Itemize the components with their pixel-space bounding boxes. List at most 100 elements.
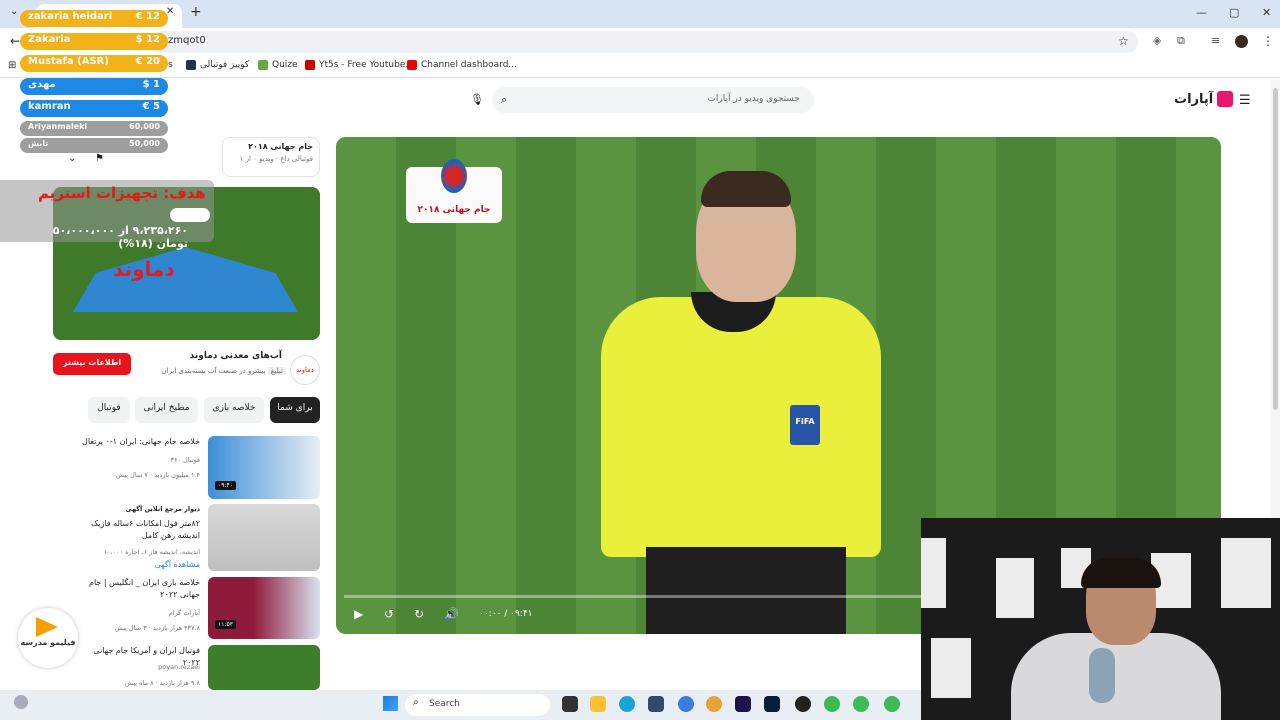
ad-tag: تبلیغ [267,367,286,375]
donation-amount: € 12 [135,11,160,22]
video-title[interactable]: خلاصه جام جهانی: ایران ۱-۰ پرتغال [76,436,200,448]
search-input[interactable]: جستجوی ویدیو در آپارات [492,87,814,113]
bookmark-football-quiz[interactable]: کوییز فوتبالی [186,60,249,70]
bookmark-yt5s[interactable]: Yt5s - Free Youtube... [305,60,414,70]
video-channel[interactable]: آپارات گرام [76,609,200,617]
chevron-down-icon[interactable]: ⌄ [68,153,76,164]
ad-building [73,247,298,312]
sponsor-line: دیوار مرجع انلاین آگهی [76,505,200,513]
ad-logo[interactable]: دماوند [290,355,320,385]
back-icon[interactable]: ← [10,34,20,48]
chip-highlights[interactable]: خلاصه بازی [204,397,264,423]
view-ad-link[interactable]: مشاهده آگهی [76,560,200,569]
video-thumbnail[interactable] [208,504,320,571]
acoustic-panel [931,638,971,698]
video-title[interactable]: ۸۲متر فول امکانات ۶ساله فازیک اندیشه رهن… [76,518,200,542]
list-item[interactable]: ۰۹:۴۰ خلاصه جام جهانی: ایران ۱-۰ پرتغال … [80,436,320,499]
video-thumbnail[interactable] [208,577,320,639]
bookmark-channel-dashboard[interactable]: Channel dashboard... [407,60,517,70]
bookmark-label: Yt5s - Free Youtube... [319,60,414,70]
search-icon: ⌕ [413,697,419,708]
rewind-icon[interactable]: ↺ [384,607,394,621]
photoshop-icon[interactable] [764,696,780,712]
scrollbar-thumb[interactable] [1273,88,1278,410]
donor-name: Ariyanmaleki [28,122,88,131]
bookmark-icon [305,60,315,70]
star-icon[interactable]: ☆ [1118,34,1129,48]
referee-hair [701,171,791,207]
extensions-icon[interactable]: ⧉ [1177,34,1185,48]
list-item[interactable]: دیوار مرجع انلاین آگهی ۸۲متر فول امکانات… [80,504,320,571]
forward-icon[interactable]: ↻ [414,607,424,621]
chrome-icon[interactable] [824,696,840,712]
acoustic-panel [921,538,946,608]
file-explorer-icon[interactable] [590,696,606,712]
url-text: zmqot0 [168,35,206,46]
media-icon[interactable]: ≡ [1211,34,1220,47]
close-window-button[interactable]: ✕ [1262,6,1271,19]
chip-for-you[interactable]: برای شما [270,397,320,423]
donation-amount: $ 12 [135,34,160,45]
minimize-button[interactable]: — [1196,6,1207,19]
task-view-icon[interactable] [562,696,578,712]
apps-icon[interactable]: ⊞ [8,60,16,71]
more-info-button[interactable]: اطلاعات بیشتر [53,353,131,375]
chip-iranian-kitchen[interactable]: مطبخ ایرانی [135,397,198,423]
referee-shirt [601,297,881,557]
search-icon[interactable]: ⌕ [501,93,507,107]
donor-name: Mustafa (ASR) [28,56,109,67]
maximize-button[interactable]: ▢ [1229,6,1239,19]
taskbar-search[interactable]: Search [405,694,550,716]
list-item[interactable]: ۱۱:۵۳ خلاصه بازی ایران _ انگلیس | جام جه… [80,577,320,639]
ad-title[interactable]: آب‌های معدنی دماوند [150,351,282,361]
volume-icon[interactable]: 🔊 [444,607,459,621]
chrome-icon[interactable] [853,696,869,712]
new-tab-button[interactable]: + [190,4,202,20]
bookmarks-bar: ⊞ s کوییز فوتبالی Quize Yt5s - Free Yout… [0,56,1280,78]
bookmark-quize[interactable]: Quize [258,60,298,70]
premiere-icon[interactable] [735,696,751,712]
video-channel[interactable]: poyan.rezaei [76,663,200,671]
app-icon[interactable] [648,696,664,712]
donation-amount: € 5 [142,101,160,112]
donation-amount: $ 1 [142,79,160,90]
video-title[interactable]: خلاصه بازی ایران _ انگلیس | جام جهانی ۲۰… [76,577,200,601]
donation-amount: 60,000 [129,122,160,131]
profile-avatar[interactable] [1235,35,1248,48]
chrome-icon[interactable] [884,696,900,712]
video-channel[interactable]: فوتبال ۳۶۰ [76,456,201,464]
bookmark-label: Quize [272,60,298,70]
shield-icon[interactable]: ◈ [1153,34,1161,47]
streamer-body [1011,633,1221,720]
url-field[interactable]: zmqot0 [150,31,1138,53]
close-tab-icon[interactable]: ✕ [166,6,174,17]
donation-amount: € 20 [135,56,160,67]
donation-badge: تابش 50,000 [20,138,168,153]
logo-text: آپارات [1174,91,1214,107]
bookmark-partial[interactable]: s [168,60,173,70]
tab-list-icon[interactable]: ⌄ [10,6,18,17]
list-item[interactable]: فوتبال ایران و آمریکا جام جهانی ۲۰۲۲ poy… [80,645,320,690]
acoustic-panel [1221,538,1271,608]
menu-icon[interactable]: ⋮ [1262,34,1274,48]
app-icon[interactable] [678,696,694,712]
video-meta: ۱.۴ میلیون بازدید · ۷ سال پیش [116,471,200,479]
play-icon[interactable]: ▶ [354,607,363,621]
aparat-logo[interactable]: آپارات [1174,91,1234,107]
playlist-card[interactable]: جام جهانی ۲۰۱۸ فوتبالی داغ · ویدیو ۰ از … [222,137,320,177]
chip-football[interactable]: فوتبال [88,397,130,423]
acoustic-panel [996,558,1034,618]
sponsor-text: مرجع انلاین آگهی [125,505,182,513]
donor-name: تابش [28,139,49,148]
sponsor-brand: دیوار [184,505,200,513]
weather-icon[interactable] [14,695,28,709]
obs-icon[interactable] [795,696,811,712]
microphone-icon[interactable]: 🎙 [470,93,484,106]
edge-icon[interactable] [619,696,635,712]
video-thumbnail[interactable] [208,645,320,690]
fifa-badge: FIFA [790,405,820,445]
windows-start-icon[interactable] [383,696,398,711]
hamburger-menu-icon[interactable]: ☰ [1239,93,1251,108]
firefox-icon[interactable] [706,696,722,712]
bookmark-save-icon[interactable]: ⚑ [95,153,104,164]
